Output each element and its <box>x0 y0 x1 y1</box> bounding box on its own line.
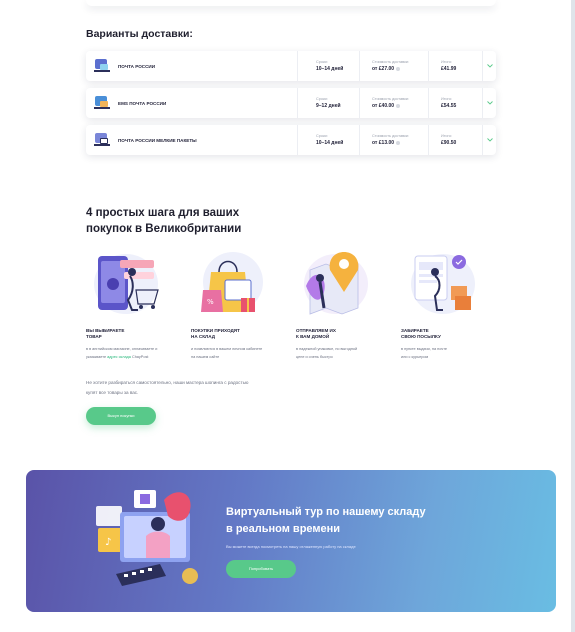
chevron-down-icon[interactable] <box>482 125 496 155</box>
term-label: Сроки: <box>316 60 328 64</box>
step-title-line-2: ТОВАР <box>86 334 102 339</box>
virtual-tour-description: Вы можете всегда посмотреть на нашу отла… <box>226 544 356 549</box>
term-value: 9–12 дней <box>316 103 341 109</box>
total-label: Итого: <box>441 97 453 101</box>
delivery-total-cell: Итого: £41.99 <box>428 51 482 81</box>
term-label: Сроки: <box>316 97 328 101</box>
delivery-option-name: ПОЧТА РОССИИ МЕЛКИЕ ПАКЕТЫ <box>118 137 197 143</box>
shopping-bags-illustration: % <box>191 246 291 321</box>
delivery-option-name: ПОЧТА РОССИИ <box>118 63 156 69</box>
step-title-line-1: ВЫ ВЫБИРАЕТЕ <box>86 328 125 333</box>
ems-service-icon <box>86 88 118 118</box>
small-packet-icon <box>86 125 118 155</box>
total-value: £90.50 <box>441 140 457 146</box>
term-value: 10–14 дней <box>316 66 344 72</box>
delivery-term-cell: Сроки: 10–14 дней <box>297 51 359 81</box>
map-pin-illustration <box>296 246 396 321</box>
delivery-options-list: ПОЧТА РОССИИ Сроки: 10–14 дней Стоимость… <box>86 51 496 162</box>
delivery-option-small-packets[interactable]: ПОЧТА РОССИИ МЕЛКИЕ ПАКЕТЫ Сроки: 10–14 … <box>86 125 496 155</box>
cost-label: Стоимость доставки: <box>372 134 409 138</box>
buyout-note: Не хотите разбираться самостоятельно, на… <box>86 378 306 398</box>
total-value: £54.55 <box>441 103 457 109</box>
delivery-total-cell: Итого: £54.55 <box>428 88 482 118</box>
step-text-line-2: на нашем сайте <box>191 355 220 359</box>
step-text-line-2: или с курьером <box>401 355 429 359</box>
shopping-phone-illustration <box>86 246 186 321</box>
banner-title-line-1: Виртуальный тур по нашему складу <box>226 506 426 518</box>
delivery-total-cell: Итого: £90.50 <box>428 125 482 155</box>
info-icon[interactable] <box>396 103 401 108</box>
delivery-term-cell: Сроки: 10–14 дней <box>297 125 359 155</box>
virtual-tour-banner: ♪ Виртуальный тур по нашему складу в реа… <box>26 470 556 612</box>
delivery-option-name: EMS ПОЧТА РОССИИ <box>118 100 167 106</box>
warehouse-address-link[interactable]: адрес склада <box>107 355 131 359</box>
term-value: 10–14 дней <box>316 140 344 146</box>
svg-text:%: % <box>207 298 214 306</box>
delivery-options-title: Варианты доставки: <box>86 28 193 40</box>
virtual-tour-title: Виртуальный тур по нашему складу в реаль… <box>226 504 426 538</box>
buyout-button[interactable]: Выкуп покупки <box>86 407 156 425</box>
term-label: Сроки: <box>316 134 328 138</box>
step-text-line-1: в в английском магазине, оплачиваете и <box>86 347 158 351</box>
buyout-note-line-1: Не хотите разбираться самостоятельно, на… <box>86 380 249 385</box>
cost-value: от £40.00 <box>372 103 395 109</box>
chevron-down-icon[interactable] <box>482 88 496 118</box>
delivery-cost-cell: Стоимость доставки: от £27.00 <box>359 51 428 81</box>
parcel-pickup-illustration <box>401 246 501 321</box>
chevron-down-icon[interactable] <box>482 51 496 81</box>
delivery-option-ems[interactable]: EMS ПОЧТА РОССИИ Сроки: 9–12 дней Стоимо… <box>86 88 496 118</box>
step-title-line-1: ЗАБИРАЕТЕ <box>401 328 429 333</box>
step-choose-product: ВЫ ВЫБИРАЕТЕ ТОВАР в в английском магази… <box>86 246 186 359</box>
cost-value: от £27.00 <box>372 66 395 72</box>
step-title-line-1: ОТПРАВЛЯЕМ ИХ <box>296 328 336 333</box>
svg-text:♪: ♪ <box>105 537 111 548</box>
step-text-pre: указываете <box>86 355 108 359</box>
step-arrive-warehouse: % ПОКУПКИ ПРИХОДЯТ НА СКЛАД и появляются… <box>191 246 291 359</box>
buyout-note-line-2: купят все товары за вас. <box>86 390 139 395</box>
delivery-cost-cell: Стоимость доставки: от £13.00 <box>359 125 428 155</box>
steps-section-title: 4 простых шага для ваших покупок в Велик… <box>86 205 241 237</box>
delivery-term-cell: Сроки: 9–12 дней <box>297 88 359 118</box>
cost-label: Стоимость доставки: <box>372 97 409 101</box>
delivery-cost-cell: Стоимость доставки: от £40.00 <box>359 88 428 118</box>
cost-value: от £13.00 <box>372 140 395 146</box>
banner-title-line-2: в реальном времени <box>226 523 341 535</box>
step-text-line-1: в надежной упаковке, по выгодной <box>296 347 358 351</box>
step-title-line-2: К ВАМ ДОМОЙ <box>296 334 330 339</box>
virtual-tour-illustration: ♪ <box>94 484 214 602</box>
delivery-option-russian-post[interactable]: ПОЧТА РОССИИ Сроки: 10–14 дней Стоимость… <box>86 51 496 81</box>
total-label: Итого: <box>441 60 453 64</box>
post-service-icon <box>86 51 118 81</box>
total-label: Итого: <box>441 134 453 138</box>
steps-title-line-2: покупок в Великобритании <box>86 223 242 235</box>
info-icon[interactable] <box>396 140 401 145</box>
step-ship-home: ОТПРАВЛЯЕМ ИХ К ВАМ ДОМОЙ в надежной упа… <box>296 246 396 359</box>
page-scroll-edge <box>571 0 575 632</box>
step-text-line-1: в пункте выдачи, на почте <box>401 347 448 351</box>
info-icon[interactable] <box>396 66 401 71</box>
step-text-post: ChayPost <box>130 355 149 359</box>
cost-label: Стоимость доставки: <box>372 60 409 64</box>
step-title-line-2: НА СКЛАД <box>191 334 216 339</box>
total-value: £41.99 <box>441 66 457 72</box>
previous-card-edge <box>86 0 496 6</box>
step-text-line-2: цене и очень быстро <box>296 355 333 359</box>
step-title-line-1: ПОКУПКИ ПРИХОДЯТ <box>191 328 240 333</box>
step-title-line-2: СВОЮ ПОСЫЛКУ <box>401 334 441 339</box>
step-text-line-1: и появляются в вашем личном кабинете <box>191 347 263 351</box>
steps-title-line-1: 4 простых шага для ваших <box>86 207 240 219</box>
step-pick-up-parcel: ЗАБИРАЕТЕ СВОЮ ПОСЫЛКУ в пункте выдачи, … <box>401 246 501 359</box>
try-tour-button[interactable]: Попробовать <box>226 560 296 578</box>
